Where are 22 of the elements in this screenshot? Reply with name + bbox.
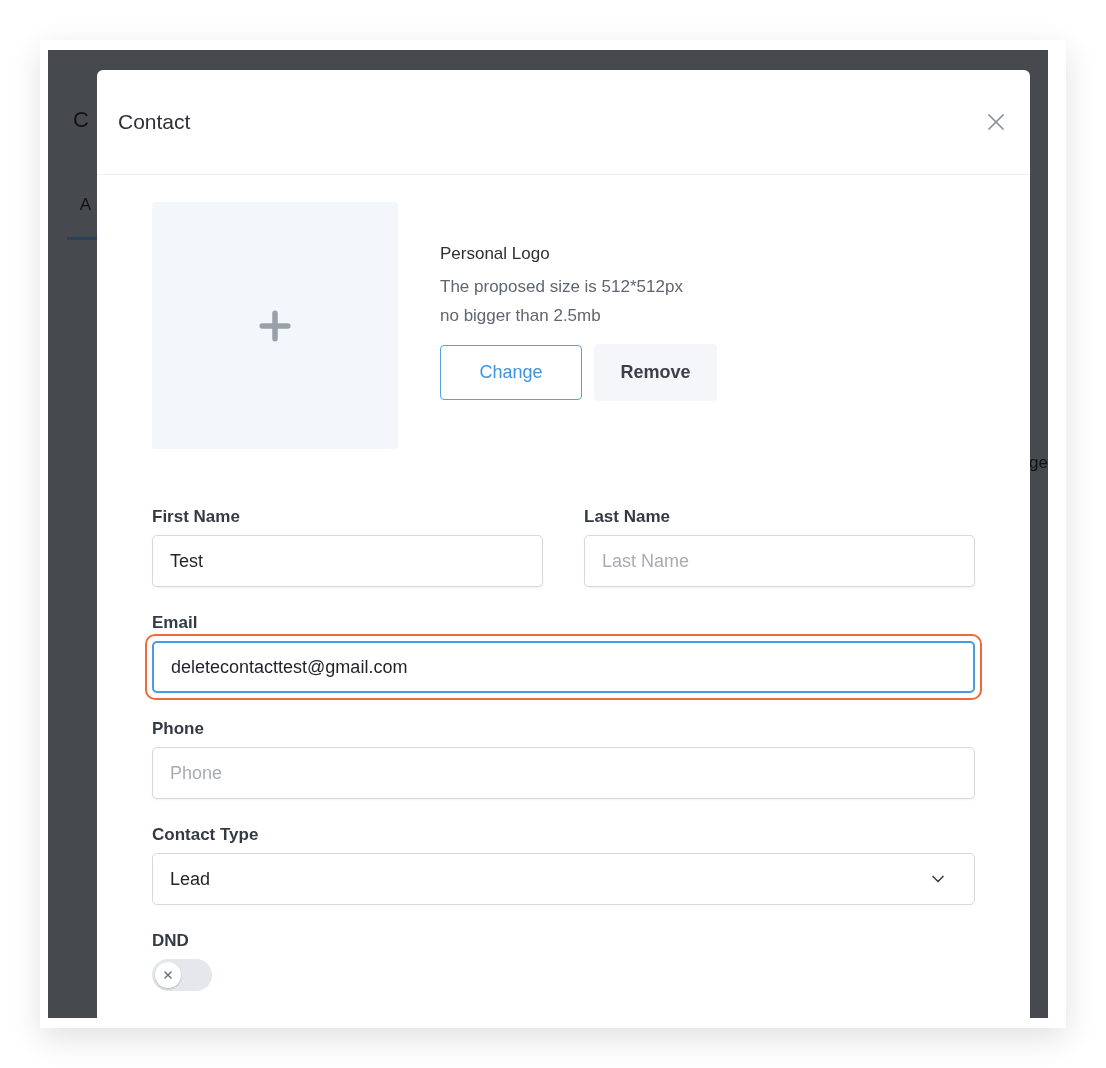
field-label: DND <box>152 931 190 951</box>
page-title: C <box>73 107 89 133</box>
remove-button[interactable]: Remove <box>594 344 717 401</box>
background-text: ge <box>1030 453 1048 473</box>
logo-hint: The proposed size is 512*512px <box>440 276 684 298</box>
input-field[interactable]: Last Name <box>584 535 975 587</box>
dialog-title: Contact <box>118 110 191 134</box>
input-field[interactable]: Phone <box>152 747 975 799</box>
field-label: Phone <box>152 719 205 739</box>
logo-hint: no bigger than 2.5mb <box>440 305 602 327</box>
logo-title: Personal Logo <box>440 244 551 264</box>
input-field[interactable]: deletecontacttest@gmail.com <box>152 641 975 693</box>
toggle-switch[interactable] <box>152 959 212 991</box>
select-field[interactable]: Lead <box>152 853 975 905</box>
upload-area[interactable] <box>152 202 398 449</box>
select-value: Lead <box>170 868 211 890</box>
field-label: Last Name <box>584 507 671 527</box>
close-icon <box>162 969 174 981</box>
field-label: Email <box>152 613 199 633</box>
input-field[interactable]: Test <box>152 535 543 587</box>
field-label: First Name <box>152 507 241 527</box>
field-label: Contact Type <box>152 825 260 845</box>
